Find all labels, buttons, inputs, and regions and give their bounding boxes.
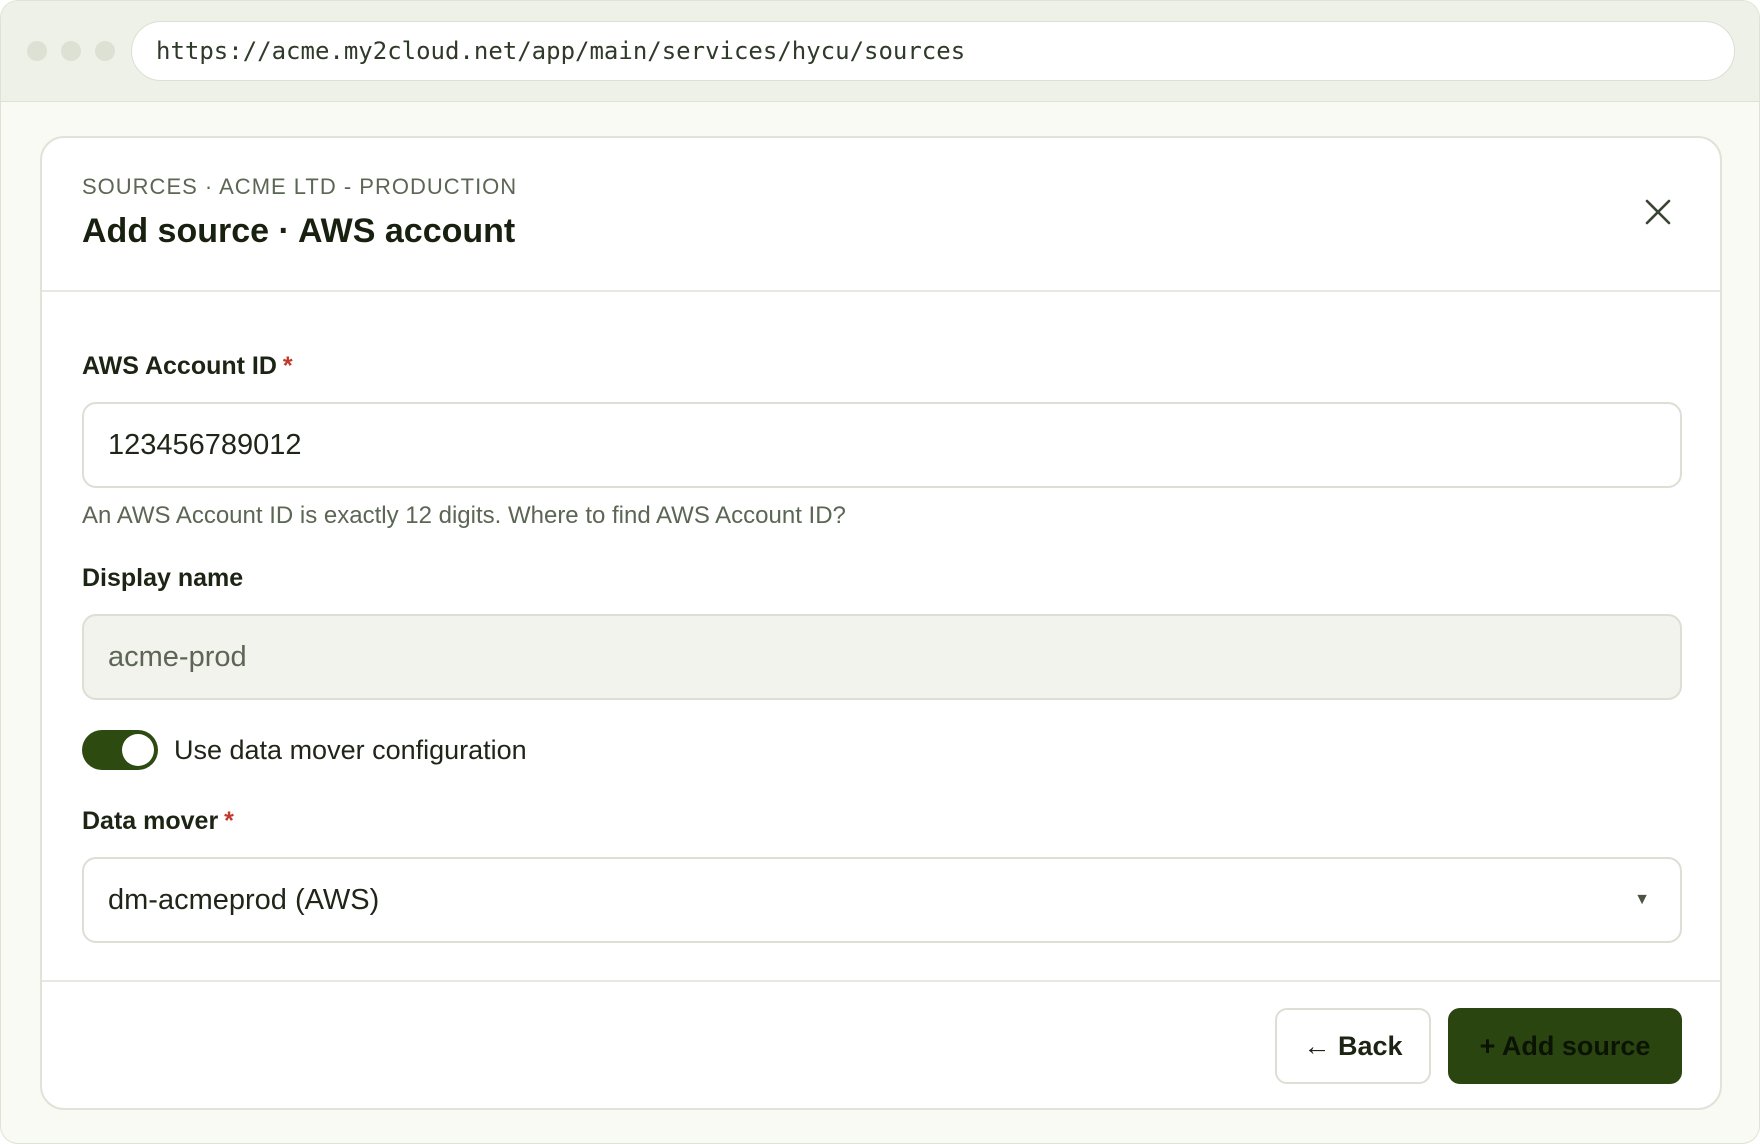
toggle-knob — [122, 734, 154, 766]
aws-account-id-label: AWS Account ID * — [82, 352, 293, 381]
add-source-button[interactable]: + Add source — [1448, 1008, 1682, 1084]
back-button[interactable]: ← Back — [1275, 1008, 1431, 1084]
display-name-input[interactable] — [82, 614, 1682, 700]
data-mover-select[interactable]: dm-acmeprod (AWS) ▼ — [82, 857, 1682, 943]
required-mark: * — [282, 352, 293, 380]
data-mover-toggle-label: Use data mover configuration — [174, 734, 527, 765]
close-icon[interactable] — [1642, 196, 1674, 228]
dialog-footer: ← Back + Add source — [42, 980, 1720, 1112]
data-mover-label-text: Data mover — [82, 807, 219, 835]
data-mover-label: Data mover * — [82, 807, 234, 836]
window-close-dot[interactable] — [27, 41, 47, 61]
aws-account-id-label-text: AWS Account ID — [82, 352, 277, 380]
dialog-header: SOURCES · ACME LTD - PRODUCTION Add sour… — [42, 138, 1720, 292]
window-maximize-dot[interactable] — [95, 41, 115, 61]
breadcrumb: SOURCES · ACME LTD - PRODUCTION — [82, 174, 518, 199]
window-minimize-dot[interactable] — [61, 41, 81, 61]
data-mover-toggle[interactable] — [82, 730, 158, 770]
browser-chrome: https://acme.my2cloud.net/app/main/servi… — [1, 1, 1759, 102]
add-source-dialog: SOURCES · ACME LTD - PRODUCTION Add sour… — [40, 136, 1722, 1110]
display-name-label: Display name — [82, 564, 244, 592]
data-mover-selected-value: dm-acmeprod (AWS) — [108, 884, 380, 916]
data-mover-toggle-row: Use data mover configuration — [82, 730, 527, 770]
address-bar[interactable]: https://acme.my2cloud.net/app/main/servi… — [131, 21, 1735, 81]
dialog-title: Add source · AWS account — [82, 212, 516, 250]
required-mark: * — [224, 807, 234, 835]
browser-window: https://acme.my2cloud.net/app/main/servi… — [0, 0, 1760, 1144]
aws-account-id-input[interactable] — [82, 402, 1682, 488]
aws-account-id-help: An AWS Account ID is exactly 12 digits. … — [82, 502, 846, 529]
chevron-down-icon: ▼ — [1634, 891, 1650, 908]
